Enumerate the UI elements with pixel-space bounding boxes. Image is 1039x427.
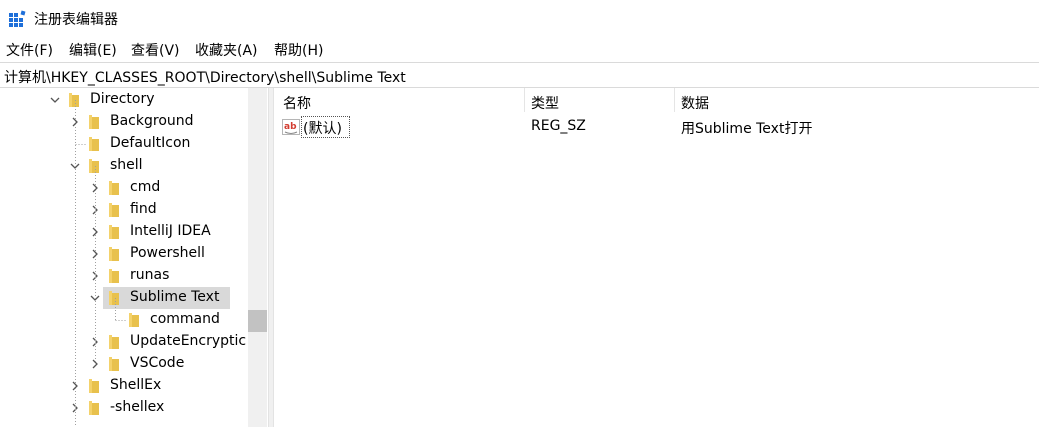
tree-item-vscode[interactable]: VSCode: [0, 353, 248, 375]
folder-icon: [109, 335, 119, 349]
key-tree-pane[interactable]: Directory Background DefaultIcon shell c…: [0, 88, 268, 427]
tree-item-shellex[interactable]: ShellEx: [0, 375, 248, 397]
chevron-right-icon[interactable]: [89, 336, 101, 348]
tree-item-label: -shellex: [110, 399, 165, 415]
svg-text:ab: ab: [284, 122, 297, 132]
scrollbar-thumb[interactable]: [248, 310, 267, 332]
tree-item-updateencryption[interactable]: UpdateEncryptic: [0, 331, 248, 353]
tree-item-label: DefaultIcon: [110, 135, 191, 151]
column-header-name[interactable]: 名称: [283, 88, 311, 114]
value-type-cell: REG_SZ: [531, 118, 586, 134]
tree-item-label: IntelliJ IDEA: [130, 223, 211, 239]
tree-item-label: cmd: [130, 179, 161, 195]
menu-favorites[interactable]: 收藏夹(A): [195, 40, 258, 60]
column-divider[interactable]: [524, 88, 525, 112]
folder-open-icon: [109, 291, 119, 305]
folder-icon: [89, 401, 99, 415]
value-data-cell: 用Sublime Text打开: [681, 121, 813, 137]
values-list-pane[interactable]: 名称 类型 数据 ab (默认) REG_SZ 用Sublime Text打开: [274, 88, 1039, 427]
menu-bar: 文件(F) 编辑(E) 查看(V) 收藏夹(A) 帮助(H): [0, 36, 1039, 62]
tree-item-command[interactable]: command: [0, 309, 248, 331]
string-value-icon: ab: [282, 119, 300, 135]
folder-icon: [109, 269, 119, 283]
tree-item-label: Powershell: [130, 245, 205, 261]
tree-item-directory[interactable]: Directory: [0, 89, 248, 111]
folder-icon: [89, 115, 99, 129]
tree-item-cmd[interactable]: cmd: [0, 177, 248, 199]
tree-item-label: Sublime Text: [130, 289, 220, 305]
chevron-down-icon[interactable]: [89, 292, 101, 304]
chevron-right-icon[interactable]: [89, 248, 101, 260]
chevron-right-icon[interactable]: [89, 182, 101, 194]
tree-item-label: find: [130, 201, 157, 217]
registry-editor-icon: [9, 10, 26, 27]
chevron-right-icon[interactable]: [89, 204, 101, 216]
window-title: 注册表编辑器: [34, 12, 118, 28]
tree-item-shell[interactable]: shell: [0, 155, 248, 177]
tree-item-label: VSCode: [130, 355, 185, 371]
folder-icon: [109, 247, 119, 261]
chevron-right-icon[interactable]: [69, 402, 81, 414]
tree-scrollbar[interactable]: [248, 88, 267, 427]
title-bar: 注册表编辑器: [0, 0, 1039, 36]
menu-file[interactable]: 文件(F): [6, 40, 53, 60]
folder-icon: [109, 225, 119, 239]
tree-item-find[interactable]: find: [0, 199, 248, 221]
tree-item-background[interactable]: Background: [0, 111, 248, 133]
column-header-data[interactable]: 数据: [681, 88, 709, 114]
menu-view[interactable]: 查看(V): [131, 40, 180, 60]
tree-item-defaulticon[interactable]: DefaultIcon: [0, 133, 248, 155]
tree-item-label: Directory: [90, 91, 155, 107]
chevron-right-icon[interactable]: [89, 270, 101, 282]
chevron-right-icon[interactable]: [69, 116, 81, 128]
tree-item-label: runas: [130, 267, 170, 283]
chevron-down-icon[interactable]: [49, 94, 61, 106]
tree-item-label: ShellEx: [110, 377, 162, 393]
table-row[interactable]: ab (默认) REG_SZ 用Sublime Text打开: [274, 116, 1039, 138]
tree-item-minus-shellex[interactable]: -shellex: [0, 397, 248, 419]
menu-edit[interactable]: 编辑(E): [69, 40, 117, 60]
menu-help[interactable]: 帮助(H): [274, 40, 323, 60]
tree-item-intellij-idea[interactable]: IntelliJ IDEA: [0, 221, 248, 243]
folder-icon: [89, 137, 99, 151]
tree-item-runas[interactable]: runas: [0, 265, 248, 287]
tree-item-label: Background: [110, 113, 194, 129]
folder-icon: [69, 93, 79, 107]
folder-icon: [89, 159, 99, 173]
address-bar[interactable]: 计算机\HKEY_CLASSES_ROOT\Directory\shell\Su…: [0, 62, 1039, 88]
tree-item-sublime-text[interactable]: Sublime Text: [0, 287, 248, 309]
chevron-down-icon[interactable]: [69, 160, 81, 172]
tree-item-label: UpdateEncryptic: [130, 333, 247, 349]
column-header-type[interactable]: 类型: [531, 88, 559, 114]
folder-icon: [89, 379, 99, 393]
chevron-right-icon[interactable]: [89, 226, 101, 238]
folder-icon: [109, 357, 119, 371]
chevron-right-icon[interactable]: [89, 358, 101, 370]
tree-item-powershell[interactable]: Powershell: [0, 243, 248, 265]
value-name-cell: (默认): [303, 121, 342, 137]
column-divider[interactable]: [674, 88, 675, 112]
folder-icon: [109, 203, 119, 217]
chevron-right-icon[interactable]: [69, 380, 81, 392]
folder-icon: [129, 313, 139, 327]
tree-item-label: command: [150, 311, 220, 327]
tree-item-label: shell: [110, 157, 143, 173]
address-path[interactable]: 计算机\HKEY_CLASSES_ROOT\Directory\shell\Su…: [4, 67, 406, 87]
folder-icon: [109, 181, 119, 195]
